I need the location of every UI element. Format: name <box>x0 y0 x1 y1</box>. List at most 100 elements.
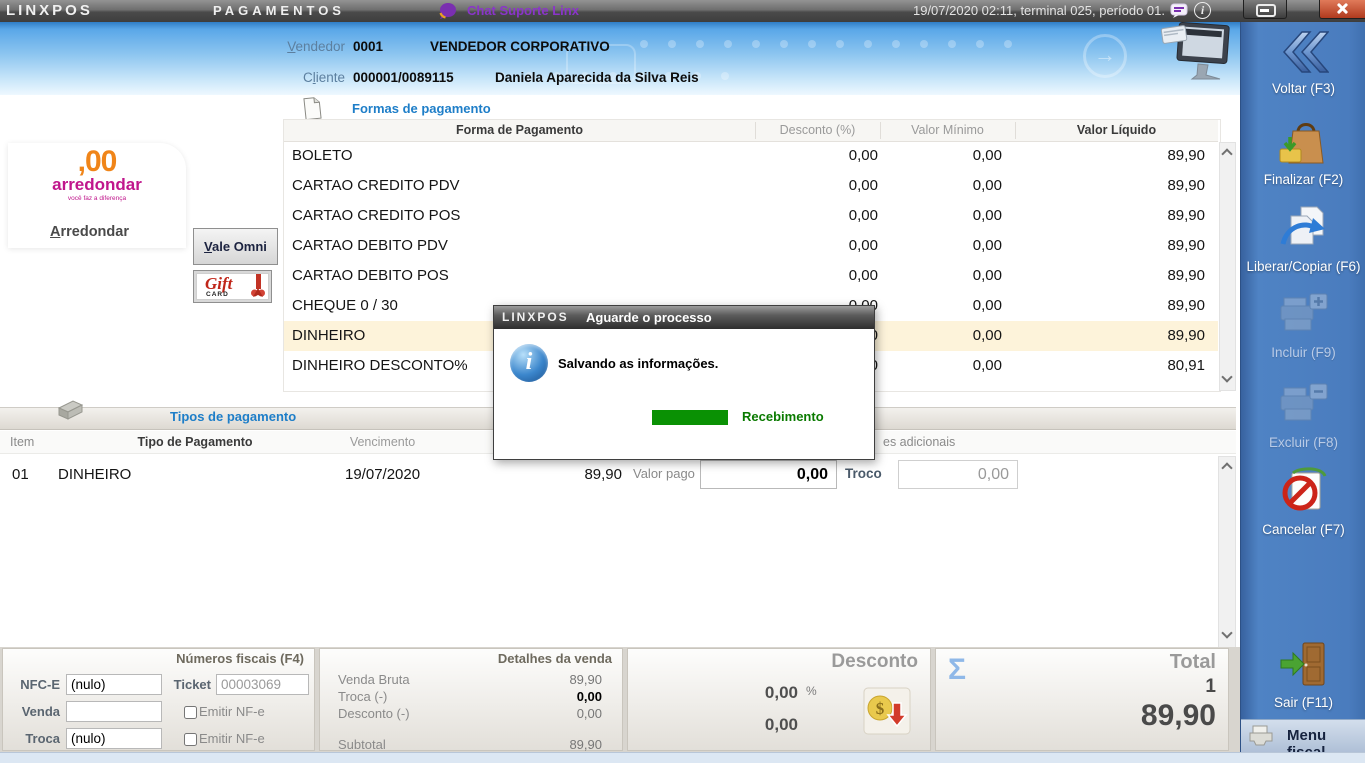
vendedor-code: 0001 <box>353 39 384 54</box>
troca-input[interactable] <box>66 728 162 749</box>
sigma-icon: Σ <box>948 653 967 686</box>
support-session-icon[interactable] <box>1170 2 1188 19</box>
vendedor-name: VENDEDOR CORPORATIVO <box>430 39 610 54</box>
copy-documents-icon <box>1280 206 1325 245</box>
finalizar-button[interactable]: Finalizar (F2) <box>1241 117 1365 187</box>
payment-row-cartao-credito-pdv[interactable]: CARTAO CREDITO PDV 0,00 0,00 89,90 <box>284 171 1218 201</box>
row-valor: 89,90 <box>584 466 622 483</box>
back-chevrons-icon <box>1282 31 1330 73</box>
valor-pago-input[interactable] <box>700 460 837 489</box>
sale-details-panel: Detalhes da venda Venda Bruta 89,90 Troc… <box>319 648 623 752</box>
payment-row-cartao-debito-pos[interactable]: CARTAO DEBITO POS 0,00 0,00 89,90 <box>284 261 1218 291</box>
venda-input[interactable] <box>66 701 162 722</box>
total-title: Total <box>1169 651 1216 673</box>
info-icon[interactable]: i <box>1194 2 1211 19</box>
close-button[interactable] <box>1319 0 1365 19</box>
payment-row-cartao-debito-pdv[interactable]: CARTAO DEBITO PDV 0,00 0,00 89,90 <box>284 231 1218 261</box>
venda-bruta-value: 89,90 <box>569 672 602 687</box>
cancel-note-icon <box>1282 467 1326 511</box>
sale-header: → Vendedor 0001 VENDEDOR CORPORATIVO Cli… <box>0 22 1240 95</box>
troco-label: Troco <box>845 466 882 481</box>
cliente-label: Cliente <box>302 70 345 85</box>
chat-support-link[interactable]: Chat Suporte Linx <box>467 3 579 18</box>
desconto-line-label: Desconto (-) <box>338 706 410 721</box>
discount-money-icon[interactable]: $ <box>863 687 911 735</box>
vale-omni-button[interactable]: Vale Omni <box>193 228 278 265</box>
menu-fiscal-button[interactable]: Menu fiscal <box>1241 719 1365 761</box>
dialog-logo: LINXPOS <box>502 310 569 324</box>
payment-forms-header: Forma de Pagamento Desconto (%) Valor Mí… <box>284 120 1218 142</box>
wait-dialog-titlebar: LINXPOS Aguarde o processo <box>494 306 874 329</box>
arredondar-logo-slogan: você faz a diferença <box>67 195 127 202</box>
fiscal-printer-icon <box>1249 725 1273 746</box>
col-valor-minimo: Valor Mínimo <box>911 123 984 137</box>
remove-payment-icon <box>1280 383 1327 421</box>
linxpos-window: LINXPOS PAGAMENTOS Chat Suporte Linx 19/… <box>0 0 1365 763</box>
fiscal-panel-title: Números fiscais (F4) <box>176 651 304 666</box>
cliente-code: 000001/0089115 <box>353 70 454 85</box>
venda-bruta-label: Venda Bruta <box>338 672 410 687</box>
monitor-icon <box>1160 22 1230 80</box>
minimize-button[interactable] <box>1243 0 1287 19</box>
venda-label: Venda <box>21 704 60 719</box>
cancelar-button[interactable]: Cancelar (F7) <box>1241 465 1365 537</box>
total-panel: Σ Total 1 89,90 <box>935 648 1229 751</box>
payment-table-scrollbar[interactable] <box>1219 142 1236 391</box>
discount-amount-value: 0,00 <box>764 715 798 734</box>
emitir-nfe-venda-label: Emitir NF-e <box>199 704 265 719</box>
emitir-nfe-troca-label: Emitir NF-e <box>199 731 265 746</box>
excluir-button[interactable]: Excluir (F8) <box>1241 380 1365 450</box>
page-icon <box>303 97 322 121</box>
receivement-row[interactable]: 01 DINHEIRO 19/07/2020 89,90 Valor pago … <box>0 458 1236 492</box>
voltar-button[interactable]: Voltar (F3) <box>1241 30 1365 96</box>
desconto-line-value: 0,00 <box>576 706 602 721</box>
dialog-title: Aguarde o processo <box>586 310 712 325</box>
page-title: PAGAMENTOS <box>213 3 345 18</box>
emitir-nfe-venda-checkbox[interactable] <box>184 706 197 719</box>
liberar-copiar-button[interactable]: Liberar/Copiar (F6) <box>1241 204 1365 274</box>
nfce-label: NFC-E <box>20 677 60 692</box>
discount-panel: Desconto 0,00 % 0,00 $ <box>627 648 931 751</box>
sale-details-title: Detalhes da venda <box>497 651 612 666</box>
cliente-name: Daniela Aparecida da Silva Reis <box>495 70 699 85</box>
troca-label: Troca <box>25 731 60 746</box>
add-payment-icon <box>1280 293 1327 331</box>
col-item: Item <box>10 435 35 449</box>
discount-percent-symbol: % <box>806 684 817 698</box>
gift-card-button[interactable]: Gift CARD <box>193 270 272 303</box>
payment-row-boleto[interactable]: BOLETO 0,00 0,00 89,90 <box>284 141 1218 171</box>
dialog-info-icon: i <box>510 344 548 382</box>
tab-formas-de-pagamento[interactable]: Formas de pagamento <box>352 101 491 116</box>
total-amount: 89,90 <box>1140 699 1216 732</box>
discount-percent-value: 0,00 <box>764 683 798 702</box>
svg-text:$: $ <box>876 699 885 718</box>
payment-row-cartao-credito-pos[interactable]: CARTAO CREDITO POS 0,00 0,00 89,90 <box>284 201 1218 231</box>
col-forma-pagamento: Forma de Pagamento <box>455 123 584 137</box>
tab-recebimento[interactable]: Recebimento <box>742 409 824 424</box>
discount-title: Desconto <box>831 651 918 672</box>
shopping-bag-icon <box>1279 123 1324 164</box>
troco-input[interactable] <box>898 460 1018 489</box>
gift-card-logo: Gift CARD <box>196 273 269 300</box>
incluir-button[interactable]: Incluir (F9) <box>1241 290 1365 360</box>
col-informacoes-adicionais: es adicionais <box>883 435 956 449</box>
troca-line-value: 0,00 <box>576 689 602 704</box>
title-bar: LINXPOS PAGAMENTOS Chat Suporte Linx 19/… <box>0 0 1365 23</box>
tab-tipos-de-pagamento[interactable]: Tipos de pagamento <box>170 409 296 424</box>
total-items-count: 1 <box>1205 676 1216 697</box>
col-desconto: Desconto (%) <box>779 123 856 137</box>
emitir-nfe-troca-checkbox[interactable] <box>184 733 197 746</box>
receivement-scrollbar[interactable] <box>1218 456 1236 648</box>
subtotal-value: 89,90 <box>569 737 602 752</box>
arredondar-label[interactable]: Arredondar <box>50 224 129 240</box>
session-status-text: 19/07/2020 02:11, terminal 025, período … <box>912 3 1165 18</box>
dialog-message: Salvando as informações. <box>558 356 719 371</box>
chat-bubble-icon <box>439 3 456 19</box>
footer-strip <box>0 752 1365 763</box>
col-tipo-pagamento: Tipo de Pagamento <box>137 435 253 449</box>
sair-button[interactable]: Sair (F11) <box>1241 640 1365 710</box>
ticket-input[interactable] <box>216 674 309 695</box>
card-machine-icon <box>57 400 84 420</box>
col-valor-liquido: Valor Líquido <box>1076 123 1157 137</box>
subtotal-label: Subtotal <box>338 737 386 752</box>
